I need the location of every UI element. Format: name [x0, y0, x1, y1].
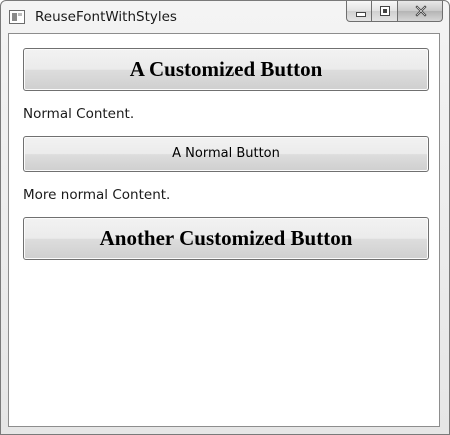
app-icon-pane-small — [18, 13, 22, 16]
app-window: ReuseFontWithStyles A Customized Button … — [0, 0, 450, 435]
caption-buttons — [346, 1, 443, 22]
normal-content-text-1: Normal Content. — [23, 106, 135, 122]
maximize-icon — [380, 6, 390, 16]
normal-content-text-2: More normal Content. — [23, 187, 171, 203]
close-button[interactable] — [398, 1, 443, 22]
minimize-icon — [356, 12, 366, 17]
title-bar[interactable]: ReuseFontWithStyles — [1, 1, 449, 33]
window-title: ReuseFontWithStyles — [35, 9, 177, 25]
close-icon — [415, 5, 427, 17]
window-client-area: A Customized Button Normal Content. A No… — [8, 33, 440, 427]
customized-button-1[interactable]: A Customized Button — [23, 48, 429, 91]
normal-button[interactable]: A Normal Button — [23, 136, 429, 172]
minimize-button[interactable] — [346, 1, 372, 22]
customized-button-2[interactable]: Another Customized Button — [23, 217, 429, 260]
app-icon-pane — [12, 13, 17, 21]
window-app-icon[interactable] — [9, 10, 25, 24]
maximize-button[interactable] — [372, 1, 398, 22]
